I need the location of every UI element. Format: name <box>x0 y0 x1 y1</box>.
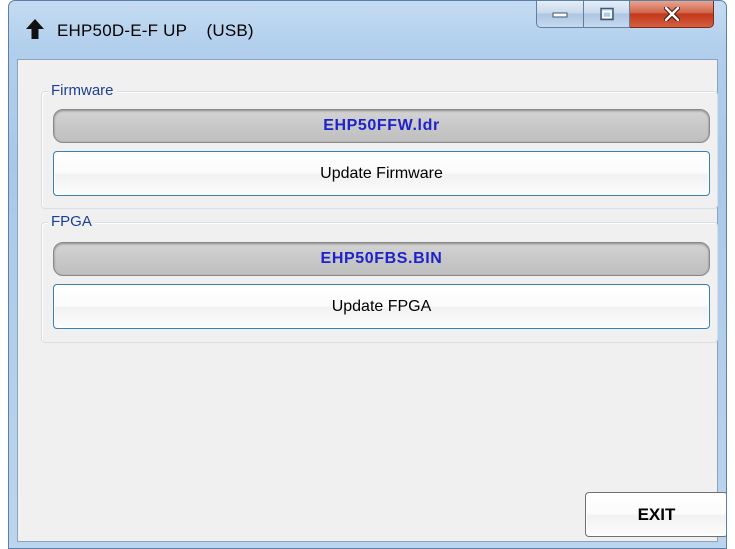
minimize-icon <box>552 12 568 18</box>
update-fpga-button[interactable]: Update FPGA <box>53 284 710 329</box>
minimize-button[interactable] <box>536 1 584 28</box>
caption-buttons <box>536 1 714 28</box>
application-window: EHP50D-E-F UP (USB) Firmware EHP50FFW.ld… <box>8 0 727 549</box>
fpga-group-label: FPGA <box>48 213 95 230</box>
firmware-file-field: EHP50FFW.ldr <box>53 109 710 143</box>
title-bar[interactable]: EHP50D-E-F UP (USB) <box>9 1 726 59</box>
exit-button[interactable]: EXIT <box>585 492 726 537</box>
firmware-group-label: Firmware <box>48 82 117 99</box>
up-arrow-icon <box>25 18 45 40</box>
close-button[interactable] <box>630 1 714 28</box>
firmware-group: Firmware EHP50FFW.ldr Update Firmware <box>41 82 718 209</box>
window-title: EHP50D-E-F UP (USB) <box>57 21 254 40</box>
close-icon <box>663 7 680 21</box>
dialog-client-area: Firmware EHP50FFW.ldr Update Firmware FP… <box>17 59 726 542</box>
fpga-file-field: EHP50FBS.BIN <box>53 242 710 276</box>
fpga-group: FPGA EHP50FBS.BIN Update FPGA <box>41 213 718 343</box>
update-firmware-button[interactable]: Update Firmware <box>53 151 710 196</box>
maximize-icon <box>599 7 614 21</box>
maximize-button[interactable] <box>584 1 630 28</box>
